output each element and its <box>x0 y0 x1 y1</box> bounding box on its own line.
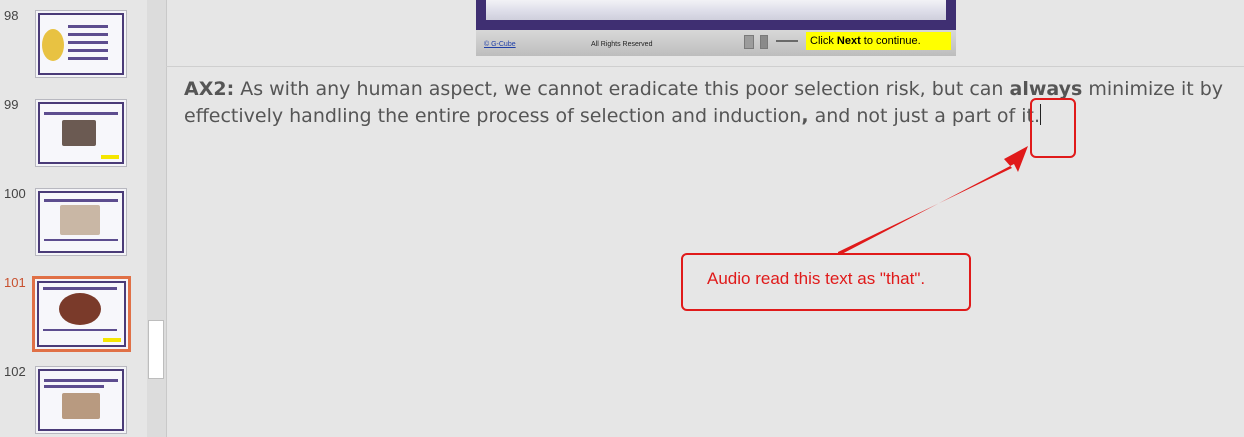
annotation-callout: Audio read this text as "that". <box>681 253 971 311</box>
notes-icon[interactable] <box>744 35 754 49</box>
callout-text: Audio read this text as "that". <box>707 269 926 288</box>
photo-image <box>62 120 96 146</box>
thumb-bar <box>44 239 118 241</box>
thumb-next-banner <box>101 155 119 159</box>
thumb-bar <box>44 199 118 202</box>
scrollbar-thumb[interactable] <box>148 320 164 379</box>
slide-number: 99 <box>4 97 19 112</box>
slide-footer: © G-Cube All Rights Reserved Click Next … <box>476 30 956 56</box>
photo-image <box>62 393 100 419</box>
slide-thumbnail-100[interactable] <box>35 188 127 256</box>
thumbnail-frame <box>38 191 124 253</box>
slide-preview: © G-Cube All Rights Reserved Click Next … <box>476 0 956 56</box>
thumb-next-banner <box>103 338 121 342</box>
thumb-bar <box>68 57 108 60</box>
copyright-text: © G-Cube <box>484 41 516 48</box>
banner-suffix: to continue. <box>860 35 921 47</box>
slide-thumbnail-pane: 98 99 100 101 102 <box>0 0 147 437</box>
thumbnail-frame <box>38 369 124 431</box>
slide-content-area <box>486 0 946 20</box>
photo-image <box>60 205 100 235</box>
banner-next-word: Next <box>836 35 861 47</box>
volume-slider[interactable] <box>776 40 798 42</box>
thumb-bar <box>68 25 108 28</box>
notes-divider <box>166 66 1244 67</box>
copyright-link[interactable]: © G-Cube <box>484 41 516 48</box>
thumbnail-frame <box>37 281 126 347</box>
player-controls <box>744 35 806 49</box>
thumbnail-frame <box>38 13 124 75</box>
slide-number: 98 <box>4 8 19 23</box>
thumbnail-frame <box>38 102 124 164</box>
notes-label: AX2: <box>184 78 235 100</box>
highlight-box <box>1030 98 1076 158</box>
next-instruction-banner: Click Next to continue. <box>806 32 951 50</box>
slide-number-active: 101 <box>4 275 26 290</box>
notes-part3: and not just a part of it. <box>808 105 1041 127</box>
thumb-bar <box>68 33 108 36</box>
notes-part1: As with any human aspect, we cannot erad… <box>234 78 1010 100</box>
speaker-notes[interactable]: AX2: As with any human aspect, we cannot… <box>184 76 1234 130</box>
thumb-bar <box>44 385 104 388</box>
slide-number: 102 <box>4 364 26 379</box>
slide-thumbnail-99[interactable] <box>35 99 127 167</box>
banner-prefix: Click <box>810 35 837 47</box>
slide-thumbnail-102[interactable] <box>35 366 127 434</box>
notes-bold-word: always <box>1009 78 1083 100</box>
rights-text: All Rights Reserved <box>591 41 653 48</box>
thumb-bar <box>68 49 108 52</box>
dollar-image <box>42 29 64 61</box>
thumb-bar <box>43 329 117 331</box>
slide-thumbnail-101[interactable] <box>32 276 131 352</box>
slide-number: 100 <box>4 186 26 201</box>
thumb-bar <box>44 379 118 382</box>
notes-comma: , <box>801 105 809 127</box>
volume-icon[interactable] <box>760 35 768 49</box>
slide-thumbnail-98[interactable] <box>35 10 127 78</box>
thumb-bar <box>44 112 118 115</box>
thumb-bar <box>43 287 117 290</box>
thumb-bar <box>68 41 108 44</box>
thumbnail-scrollbar[interactable] <box>147 0 167 437</box>
photo-image <box>59 293 101 325</box>
